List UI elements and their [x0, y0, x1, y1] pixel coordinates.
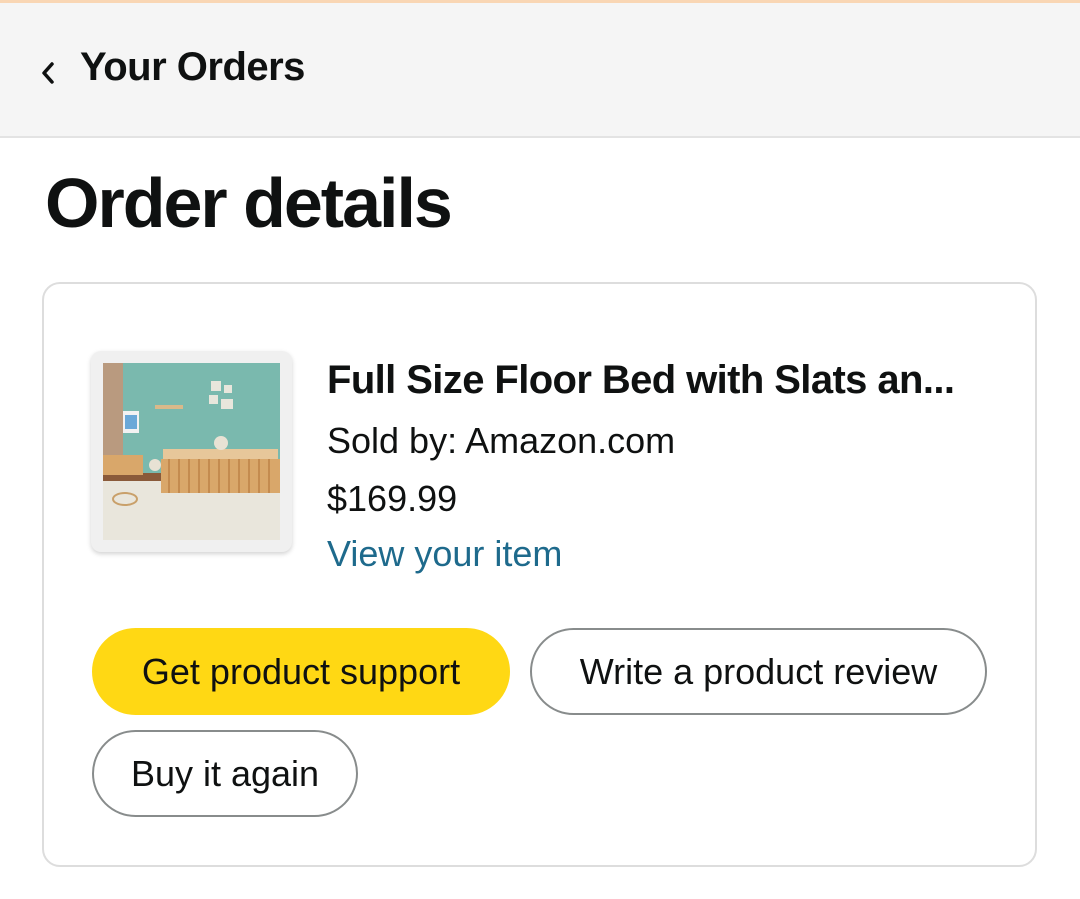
seller-info: Sold by: Amazon.com	[327, 420, 676, 461]
product-price: $169.99	[327, 478, 458, 519]
view-item-link[interactable]: View your item	[327, 533, 562, 575]
page-title: Order details	[45, 164, 453, 242]
header-bar: Your Orders	[0, 3, 1080, 138]
product-image[interactable]	[91, 351, 292, 552]
back-to-orders-link[interactable]: Your Orders	[80, 45, 305, 90]
chevron-left-icon[interactable]	[38, 60, 58, 86]
write-review-button[interactable]: Write a product review	[530, 628, 987, 715]
buy-again-button[interactable]: Buy it again	[92, 730, 358, 817]
product-image-illustration	[103, 363, 280, 540]
product-title[interactable]: Full Size Floor Bed with Slats an...	[327, 358, 997, 403]
get-product-support-button[interactable]: Get product support	[92, 628, 510, 715]
